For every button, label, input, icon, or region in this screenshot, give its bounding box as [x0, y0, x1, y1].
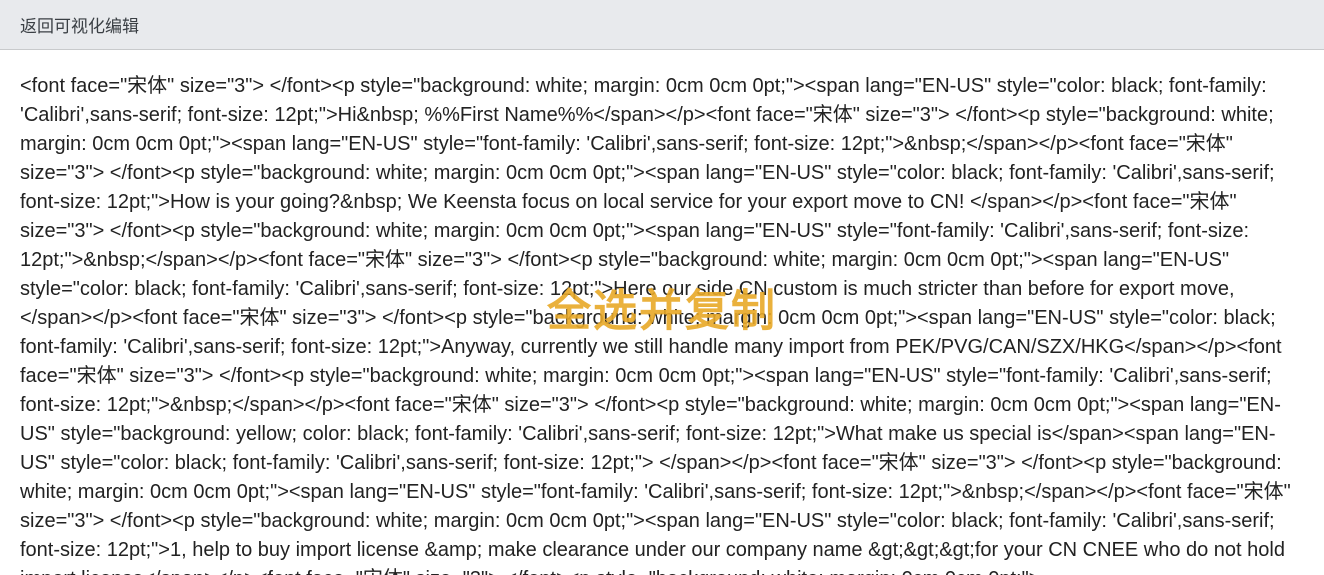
return-visual-editor-button[interactable]: 返回可视化编辑: [20, 12, 139, 37]
html-source-text: <font face="宋体" size="3"> </font><p styl…: [20, 72, 1304, 575]
toolbar: 返回可视化编辑: [0, 0, 1324, 50]
source-view-area[interactable]: <font face="宋体" size="3"> </font><p styl…: [0, 50, 1324, 575]
